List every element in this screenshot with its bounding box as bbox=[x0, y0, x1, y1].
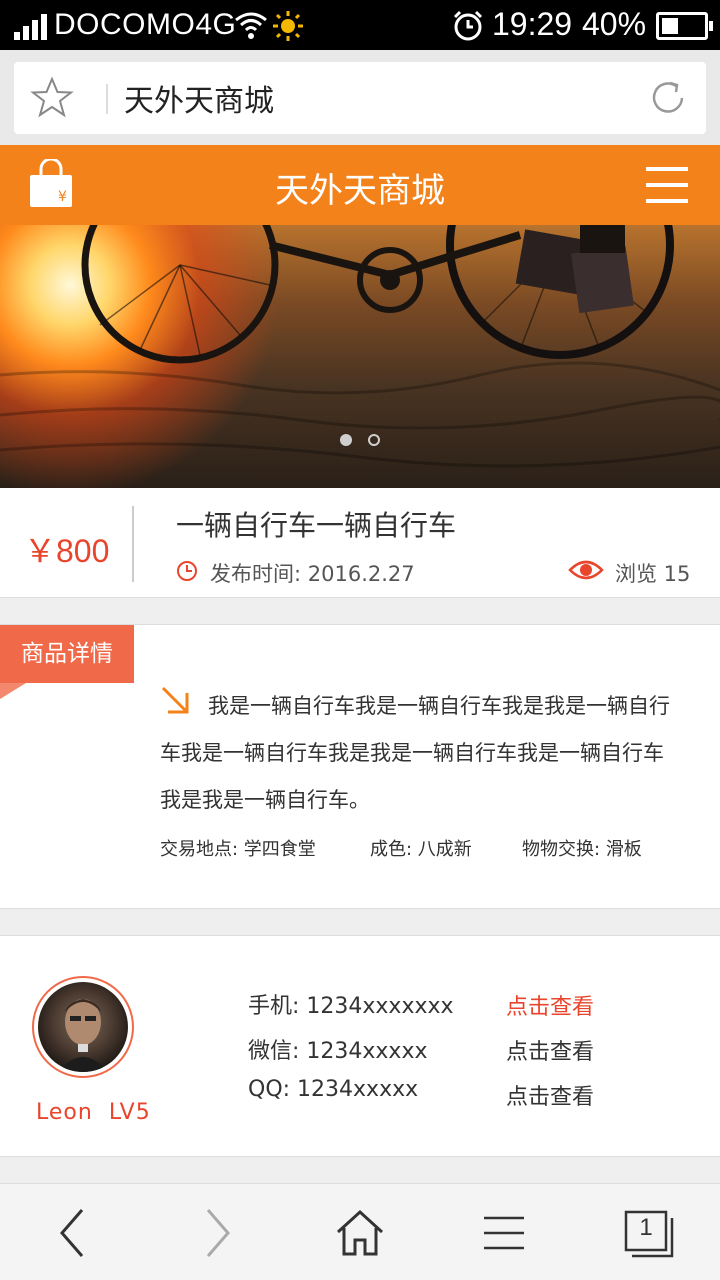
menu-icon[interactable] bbox=[474, 1206, 534, 1260]
phone-field: 手机: 1234xxxxxxx bbox=[248, 994, 454, 1019]
trade-location: 交易地点: 学四食堂 bbox=[160, 839, 316, 860]
banner-carousel[interactable] bbox=[0, 225, 720, 488]
wechat-field: 微信: 1234xxxxx bbox=[248, 1039, 428, 1064]
details-tag: 商品详情 bbox=[0, 625, 134, 683]
status-bar: DOCOMO4G 19:29 40% bbox=[0, 0, 720, 50]
seller-name: Leon bbox=[36, 1100, 93, 1125]
browser-bottom-nav: 1 bbox=[0, 1183, 720, 1280]
tabs-icon[interactable]: 1 bbox=[618, 1206, 678, 1260]
seller-level: LV5 bbox=[108, 1100, 151, 1125]
clock-icon bbox=[177, 561, 197, 581]
avatar-photo bbox=[38, 982, 128, 1072]
reload-icon[interactable] bbox=[646, 76, 690, 120]
product-price: ￥800 bbox=[24, 533, 110, 569]
back-icon[interactable] bbox=[44, 1206, 104, 1260]
product-info: ￥800 一辆自行车一辆自行车 发布时间: 2016.2.27 浏览 15 bbox=[0, 488, 720, 598]
page: DOCOMO4G 19:29 40% 天外天商城 ¥ 天外天商城 ￥800 一辆… bbox=[0, 0, 720, 1280]
carrier-label: DOCOMO4G bbox=[54, 8, 237, 41]
qq-field: QQ: 1234xxxxx bbox=[248, 1077, 419, 1102]
url-text[interactable]: 天外天商城 bbox=[124, 76, 274, 120]
item-condition: 成色: 八成新 bbox=[370, 839, 472, 860]
avatar[interactable] bbox=[32, 976, 134, 1078]
sun-icon bbox=[273, 11, 303, 41]
app-title: 天外天商城 bbox=[275, 171, 445, 211]
signal-icon bbox=[14, 14, 47, 40]
bicycle-photo bbox=[0, 225, 720, 468]
home-icon[interactable] bbox=[330, 1206, 390, 1260]
view-phone-link[interactable]: 点击查看 bbox=[506, 989, 594, 1021]
view-qq-link[interactable]: 点击查看 bbox=[506, 1079, 594, 1111]
app-header: ¥ 天外天商城 bbox=[0, 145, 720, 225]
star-icon[interactable] bbox=[30, 76, 74, 120]
view-wechat-link[interactable]: 点击查看 bbox=[506, 1034, 594, 1066]
wifi-icon bbox=[235, 12, 267, 39]
address-bar[interactable]: 天外天商城 bbox=[14, 62, 706, 134]
product-title: 一辆自行车一辆自行车 bbox=[176, 509, 457, 542]
tab-count: 1 bbox=[639, 1214, 653, 1241]
tag-fold bbox=[0, 683, 26, 699]
forward-icon[interactable] bbox=[186, 1206, 246, 1260]
eye-icon bbox=[568, 560, 604, 580]
price-divider bbox=[132, 506, 134, 582]
battery-icon bbox=[656, 12, 713, 40]
menu-icon[interactable] bbox=[646, 167, 688, 203]
battery-level bbox=[662, 18, 678, 34]
seller-card: Leon LV5 手机: 1234xxxxxxx 微信: 1234xxxxx Q… bbox=[0, 935, 720, 1157]
view-count: 浏览 15 bbox=[615, 562, 691, 586]
browser-bar: 天外天商城 bbox=[0, 50, 720, 145]
battery-percent: 40% bbox=[582, 6, 647, 42]
address-separator bbox=[106, 84, 108, 114]
product-description: 我是一辆自行车我是一辆自行车我是我是一辆自行车我是一辆自行车我是我是一辆自行车我… bbox=[160, 694, 670, 812]
publish-time: 发布时间: 2016.2.27 bbox=[210, 562, 415, 586]
exchange-item: 物物交换: 滑板 bbox=[522, 839, 642, 860]
clock-time: 19:29 bbox=[492, 6, 573, 42]
alarm-icon bbox=[453, 10, 483, 41]
product-details: 商品详情 我是一辆自行车我是一辆自行车我是我是一辆自行车我是一辆自行车我是我是一… bbox=[0, 624, 720, 909]
seller-name-level: Leon LV5 bbox=[36, 1100, 151, 1125]
